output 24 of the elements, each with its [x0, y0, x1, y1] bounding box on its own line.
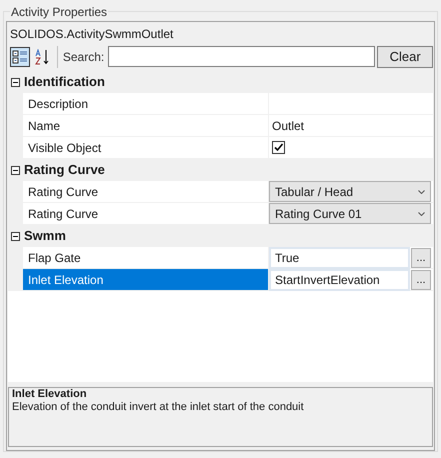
collapse-icon[interactable] [11, 78, 20, 86]
chevron-icon [418, 212, 425, 216]
categorized-icon[interactable] [10, 46, 30, 66]
dropdown[interactable]: Tabular / Head [269, 181, 431, 202]
help-description: Elevation of the conduit invert at the inlet start of the conduit [12, 401, 305, 414]
ellipsis-button[interactable]: ... [411, 270, 431, 290]
clear-button[interactable]: Clear [377, 46, 434, 68]
collapse-icon[interactable] [11, 232, 20, 240]
ellipsis-button[interactable]: ... [411, 248, 431, 268]
help-title: Inlet Elevation [12, 388, 88, 401]
search-field[interactable] [108, 46, 376, 67]
category-header[interactable]: Swmm [24, 226, 66, 246]
property-value: Outlet [271, 118, 306, 134]
search-label: Search: [62, 48, 104, 66]
category-header[interactable]: Rating Curve [24, 160, 105, 180]
value-field[interactable]: StartInvertElevation [269, 268, 410, 290]
checkbox[interactable] [272, 141, 285, 154]
object-name: SOLIDOS.ActivitySwmmOutlet [9, 26, 174, 42]
dropdown[interactable]: Rating Curve 01 [269, 203, 431, 224]
value-field[interactable]: True [269, 246, 410, 268]
collapse-icon[interactable] [11, 166, 20, 174]
chevron-icon [418, 190, 425, 194]
category-header[interactable]: Identification [24, 72, 105, 92]
property-name[interactable]: Inlet Elevation [23, 269, 269, 290]
